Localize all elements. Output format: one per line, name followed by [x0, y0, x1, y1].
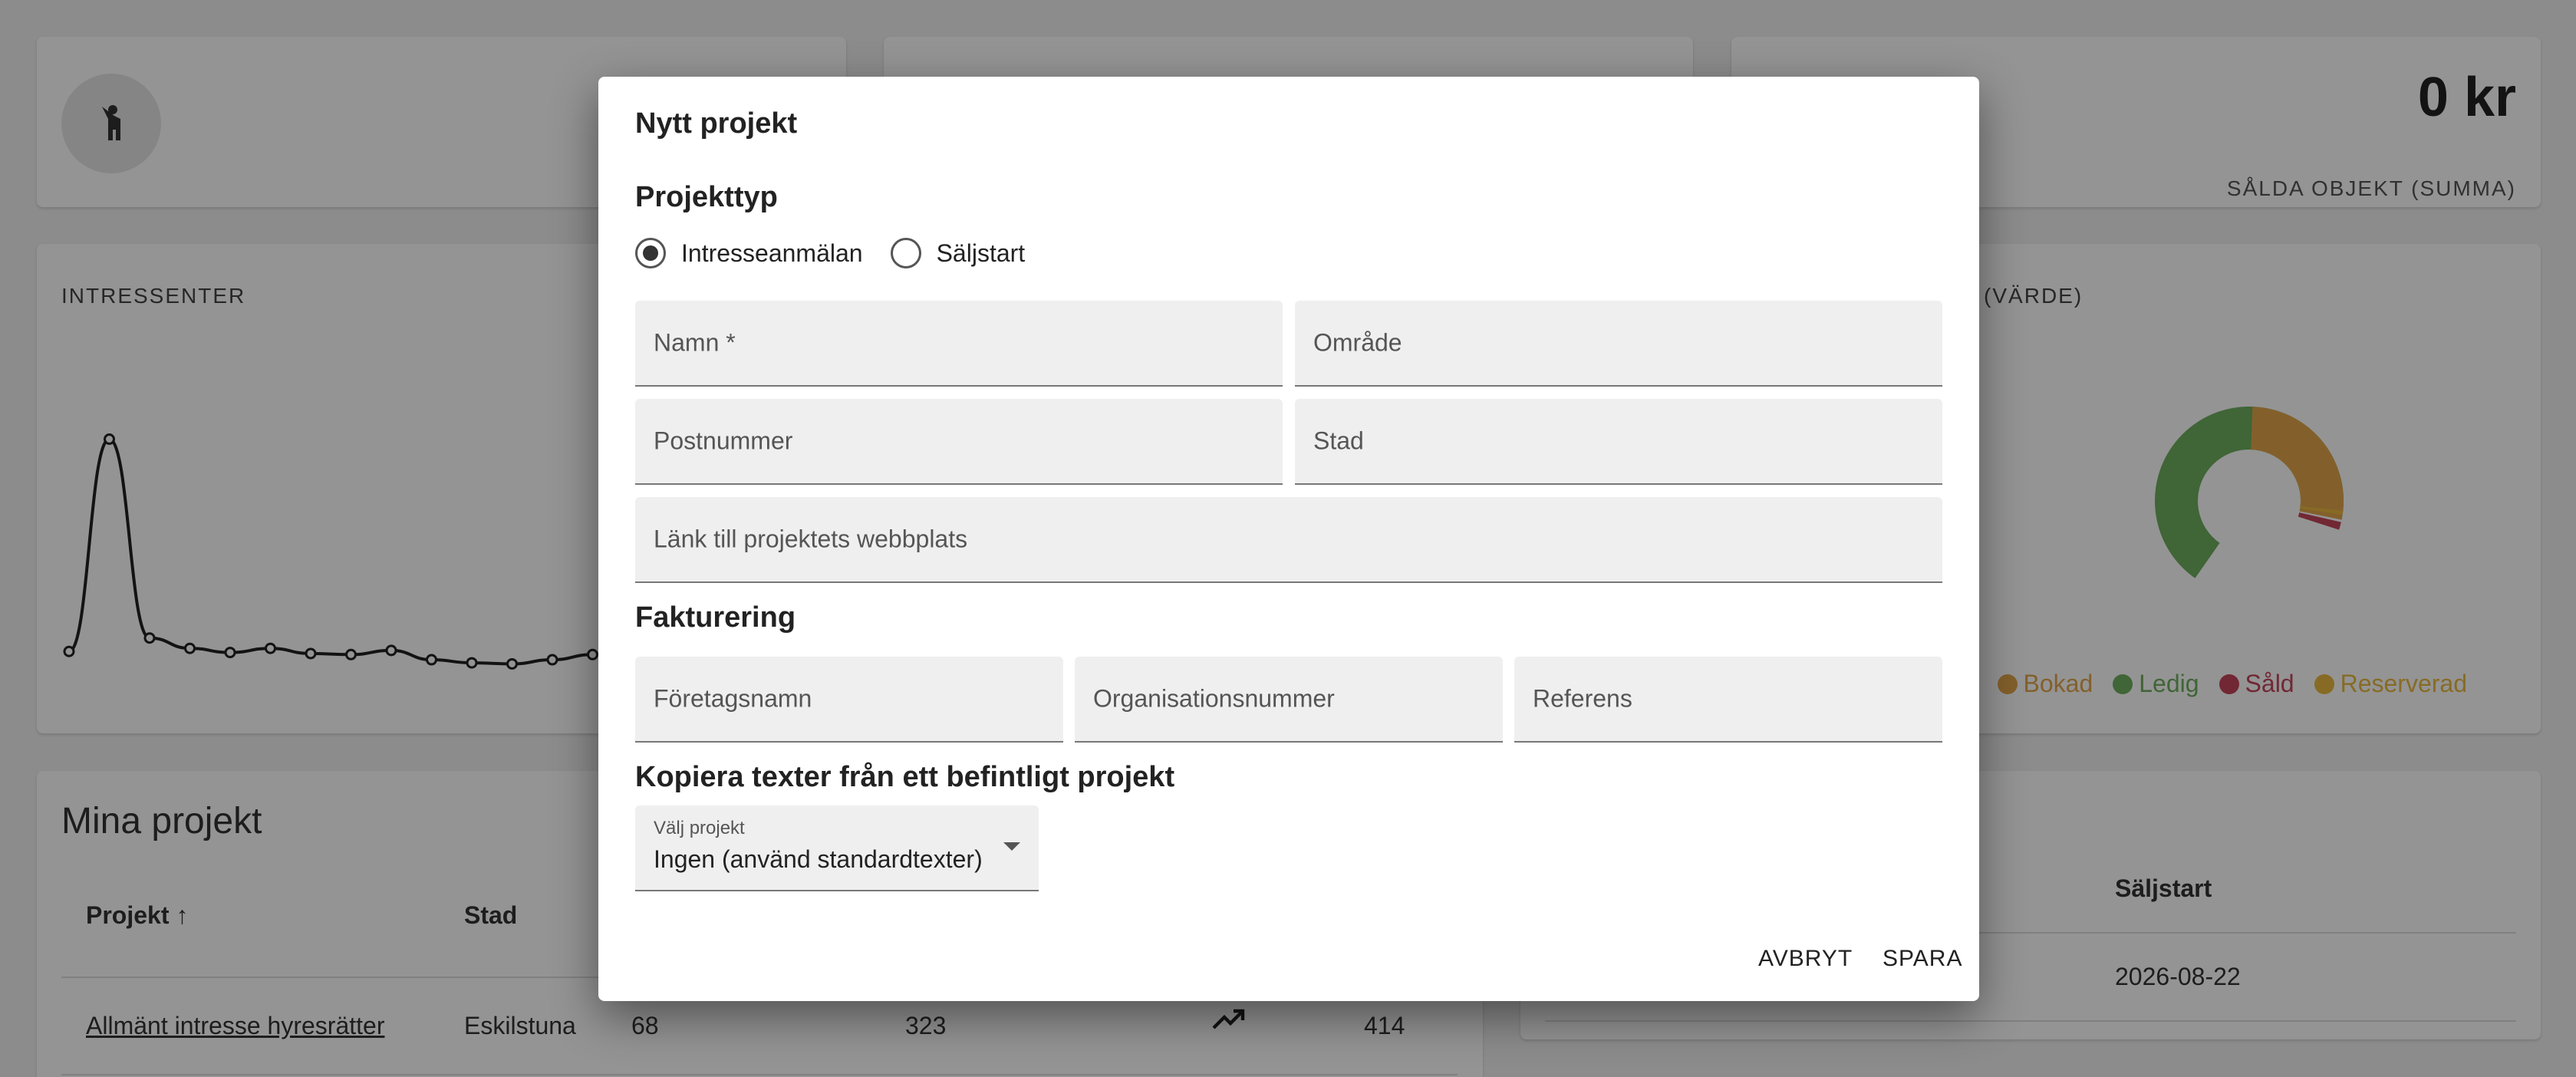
name-field[interactable]: Namn *	[635, 301, 1283, 387]
select-label: Välj projekt	[654, 818, 745, 838]
field-placeholder: Referens	[1533, 684, 1632, 713]
radio-label[interactable]: Säljstart	[937, 239, 1026, 268]
new-project-dialog: Nytt projekt Projekttyp Intresseanmälan …	[598, 77, 1979, 1001]
radio-label[interactable]: Intresseanmälan	[681, 239, 863, 268]
save-button[interactable]: SPARA	[1883, 946, 1962, 972]
org-number-field[interactable]: Organisationsnummer	[1075, 657, 1503, 743]
select-value: Ingen (använd standardtexter)	[654, 845, 983, 873]
field-placeholder: Postnummer	[654, 427, 793, 455]
reference-field[interactable]: Referens	[1514, 657, 1942, 743]
website-field[interactable]: Länk till projektets webbplats	[635, 497, 1942, 583]
postcode-field[interactable]: Postnummer	[635, 399, 1283, 485]
radio-intresseanmalan[interactable]	[635, 238, 666, 268]
section-heading-copy: Kopiera texter från ett befintligt proje…	[635, 761, 1175, 793]
field-placeholder: Namn *	[654, 328, 736, 357]
field-placeholder: Länk till projektets webbplats	[654, 525, 968, 553]
field-placeholder: Organisationsnummer	[1093, 684, 1335, 713]
cancel-button[interactable]: AVBRYT	[1758, 946, 1853, 972]
dialog-title: Nytt projekt	[635, 107, 798, 140]
field-placeholder: Stad	[1313, 427, 1364, 455]
project-type-radio-group: Intresseanmälan Säljstart	[635, 238, 1052, 268]
field-placeholder: Företagsnamn	[654, 684, 812, 713]
section-heading-billing: Fakturering	[635, 601, 796, 634]
section-heading-project-type: Projekttyp	[635, 181, 778, 213]
company-name-field[interactable]: Företagsnamn	[635, 657, 1063, 743]
chevron-down-icon[interactable]	[1003, 842, 1020, 851]
project-select[interactable]: Välj projekt Ingen (använd standardtexte…	[635, 805, 1039, 891]
city-field[interactable]: Stad	[1295, 399, 1942, 485]
field-placeholder: Område	[1313, 328, 1402, 357]
area-field[interactable]: Område	[1295, 301, 1942, 387]
radio-saljstart[interactable]	[890, 238, 921, 268]
